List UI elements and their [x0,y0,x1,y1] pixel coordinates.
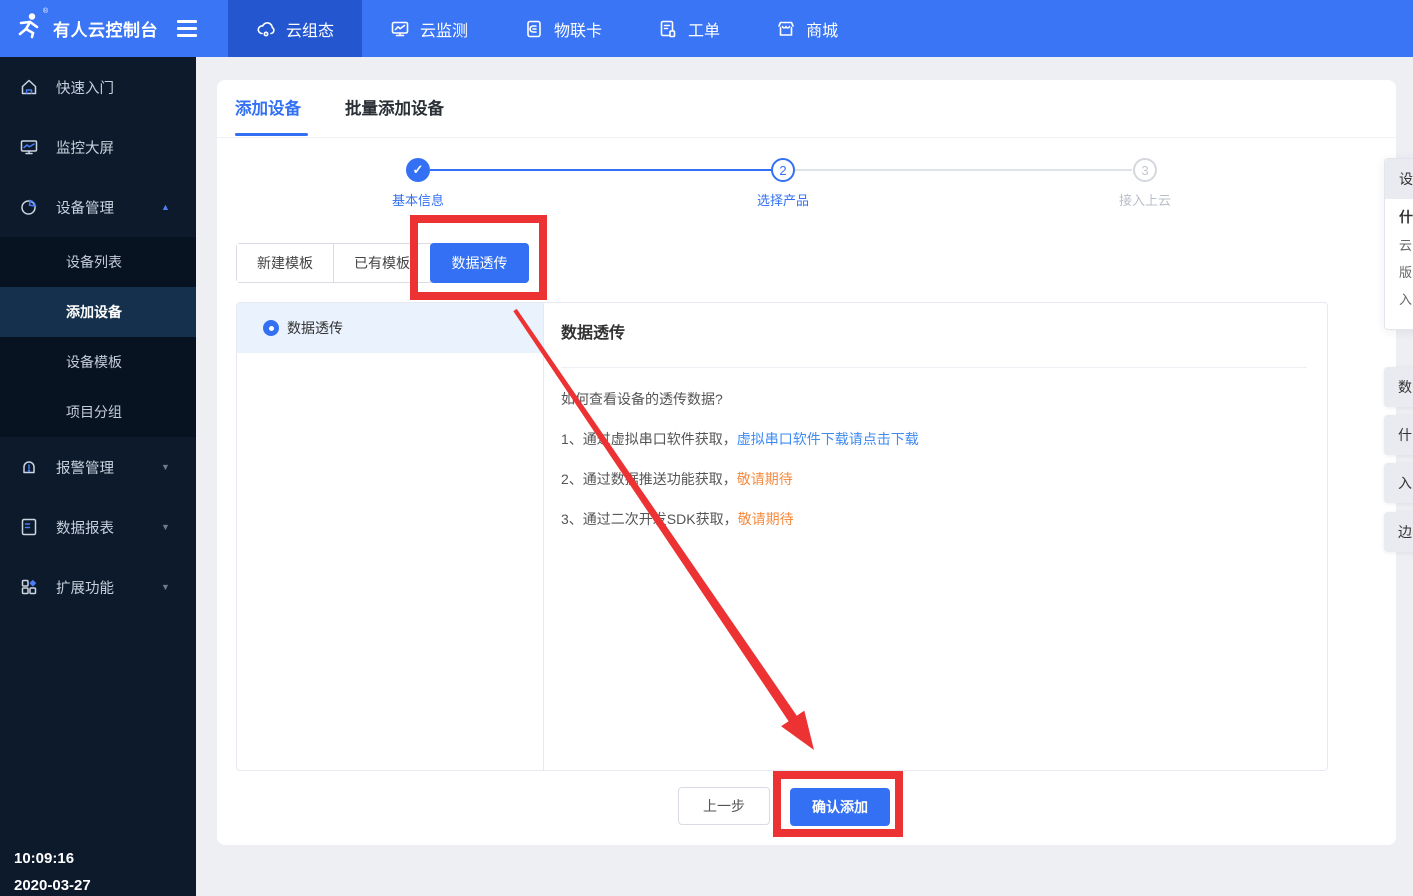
nav-item-iot-sim[interactable]: 物联卡 [496,0,630,57]
sidebar-item-data-report[interactable]: 数据报表 ▼ [0,497,196,557]
top-nav: 云组态 云监测 物联卡 工单 商城 [228,0,866,57]
detail-item-text: 3、通过二次开发SDK获取， [561,511,738,527]
chevron-down-icon: ▼ [161,582,170,592]
active-tab-underline [235,133,308,136]
sidebar-label: 报警管理 [56,460,114,477]
detail-question: 如何查看设备的透传数据? [561,391,723,407]
alarm-icon [18,456,40,478]
sidebar-label: 数据报表 [56,520,114,537]
nav-label: 工单 [688,22,721,40]
logo-area: ® 有人云控制台 [0,0,197,57]
top-navigation-bar: ® 有人云控制台 云组态 云监测 物联卡 工单 商城 [0,0,1413,57]
chevron-down-icon: ▼ [161,522,170,532]
confirm-add-button[interactable]: 确认添加 [790,788,890,826]
detail-item-1: 1、通过虚拟串口软件获取，虚拟串口软件下载请点击下载 [561,429,919,449]
stepper-connector-done [430,169,772,171]
detail-divider [561,367,1307,368]
help-faq-card: 设 什 云 版 入 [1384,158,1413,330]
sidebar-item-extend-functions[interactable]: 扩展功能 ▼ [0,557,196,617]
coming-soon-label: 敬请期待 [737,511,794,527]
sidebar-label: 监控大屏 [56,140,114,157]
device-manage-icon [18,196,40,218]
add-device-card: 添加设备 批量添加设备 ✓ 2 3 基本信息 选择产品 接入上云 新建模板 已有… [217,80,1396,845]
tab-batch-add-device[interactable]: 批量添加设备 [345,95,444,119]
step-2-label: 选择产品 [756,193,809,208]
detail-item-2: 2、通过数据推送功能获取，敬请期待 [561,469,793,489]
sidebar-label: 快速入门 [56,80,114,97]
help-answer-line: 云 [1399,238,1413,253]
sidebar-item-device-manage[interactable]: 设备管理 ▲ [0,177,196,237]
nav-label: 商城 [806,22,839,40]
stepper-connector-pending [795,169,1132,171]
help-collapsed-item[interactable]: 什 [1384,415,1413,455]
template-type-group: 新建模板 已有模板 数据透传 [236,243,529,283]
sidebar-label: 扩展功能 [56,580,114,597]
detail-item-text: 1、通过虚拟串口软件获取， [561,431,737,447]
help-collapsed-item[interactable]: 数 [1384,367,1413,407]
data-passthrough-button[interactable]: 数据透传 [430,243,529,283]
step-2-circle: 2 [771,158,795,182]
help-collapsed-item[interactable]: 入 [1384,463,1413,503]
registered-mark: ® [42,8,48,15]
left-sidebar: 快速入门 监控大屏 设备管理 ▲ 设备列表 添加设备 设备模板 项目分组 报警管… [0,57,196,896]
step-3-circle: 3 [1133,158,1157,182]
nav-label: 云组态 [286,22,335,40]
sim-card-icon [524,19,544,39]
product-option-data-passthrough[interactable]: 数据透传 [237,303,543,353]
check-icon: ✓ [412,162,424,177]
step-3-label: 接入上云 [1118,193,1171,208]
detail-title: 数据透传 [561,325,626,342]
cloud-icon [256,19,276,39]
help-answer-line: 版 [1399,265,1413,280]
coming-soon-label: 敬请期待 [736,471,793,487]
tab-add-device[interactable]: 添加设备 [235,95,301,119]
tab-divider [217,137,1396,138]
nav-item-cloud-monitor[interactable]: 云监测 [362,0,496,57]
product-list: 数据透传 [237,303,544,770]
usr-cloud-logo-icon: ® [14,8,48,46]
sidebar-item-monitor-screen[interactable]: 监控大屏 [0,117,196,177]
step-1-label: 基本信息 [391,193,444,208]
detail-item-text: 2、通过数据推送功能获取， [561,471,737,487]
virtual-serial-download-link[interactable]: 虚拟串口软件下载请点击下载 [737,431,919,447]
radio-selected-icon[interactable] [263,320,279,336]
nav-item-mall[interactable]: 商城 [748,0,866,57]
clock-date: 2020-03-27 [14,877,91,894]
big-screen-icon [18,136,40,158]
app-title: 有人云控制台 [53,21,158,40]
mall-icon [776,19,796,39]
help-collapsed-item[interactable]: 边 [1384,512,1413,552]
sidebar-label: 设备管理 [56,200,114,217]
extend-functions-icon [18,576,40,598]
chevron-down-icon: ▼ [161,462,170,472]
home-icon [18,76,40,98]
help-question: 什 [1399,209,1413,225]
help-answer-line: 入 [1399,292,1413,307]
existing-template-button[interactable]: 已有模板 [334,244,431,282]
workorder-icon [658,19,678,39]
sidebar-subitem-device-list[interactable]: 设备列表 [0,237,196,287]
sidebar-item-alarm-manage[interactable]: 报警管理 ▼ [0,437,196,497]
nav-label: 物联卡 [554,22,603,40]
product-select-panel: 数据透传 数据透传 如何查看设备的透传数据? 1、通过虚拟串口软件获取，虚拟串口… [236,302,1328,771]
device-manage-submenu: 设备列表 添加设备 设备模板 项目分组 [0,237,196,437]
report-icon [18,516,40,538]
nav-item-cloud-scada[interactable]: 云组态 [228,0,363,57]
chevron-up-icon: ▲ [161,202,170,212]
help-faq-header[interactable]: 设 [1385,159,1413,199]
sidebar-subitem-project-group[interactable]: 项目分组 [0,387,196,437]
new-template-button[interactable]: 新建模板 [237,244,334,282]
sidebar-subitem-device-template[interactable]: 设备模板 [0,337,196,387]
nav-label: 云监测 [420,22,469,40]
nav-item-workorder[interactable]: 工单 [630,0,748,57]
product-option-label: 数据透传 [287,320,343,336]
step-1-circle: ✓ [406,158,430,182]
monitor-icon [390,19,410,39]
clock-time: 10:09:16 [14,850,75,867]
menu-toggle-icon[interactable] [173,16,201,41]
previous-step-button[interactable]: 上一步 [678,787,770,825]
detail-item-3: 3、通过二次开发SDK获取，敬请期待 [561,509,794,529]
sidebar-item-quick-start[interactable]: 快速入门 [0,57,196,117]
sidebar-subitem-add-device[interactable]: 添加设备 [0,287,196,337]
